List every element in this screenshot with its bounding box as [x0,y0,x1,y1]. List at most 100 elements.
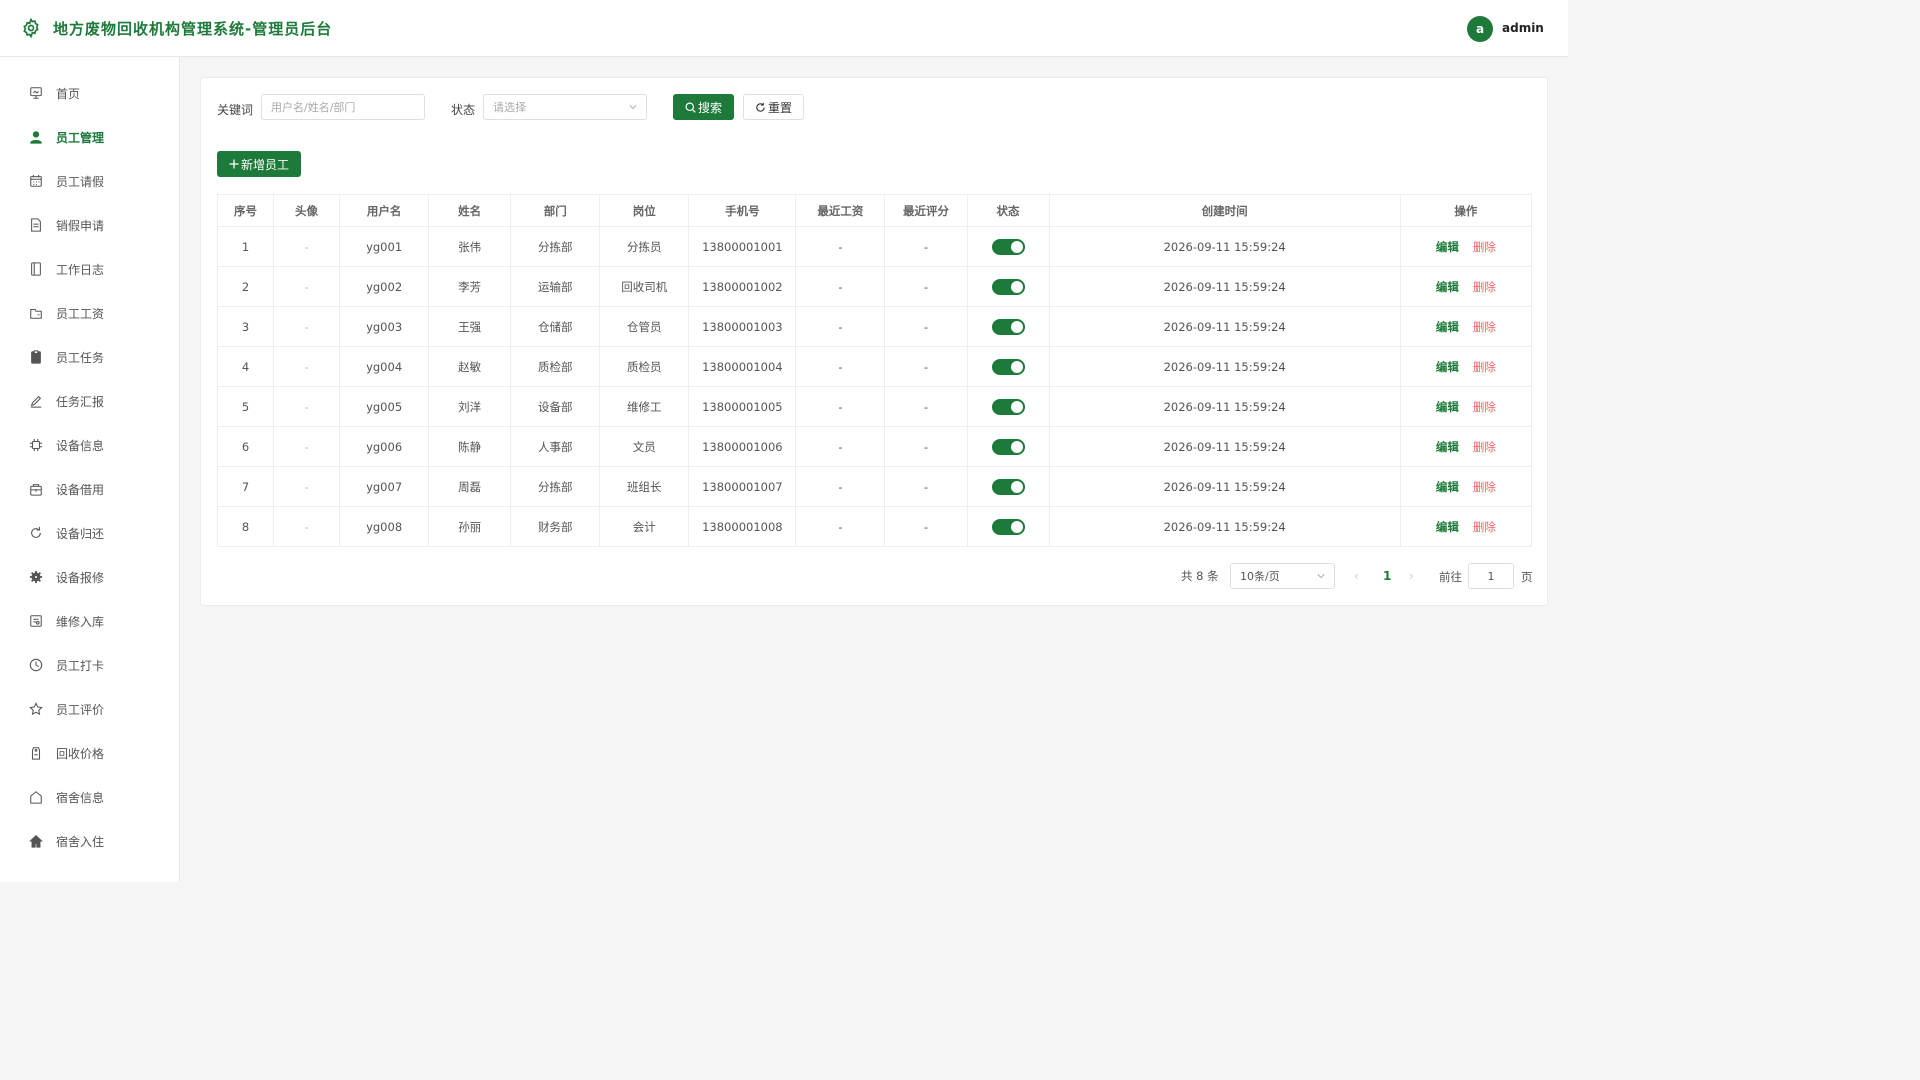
cell-avatar: - [273,386,341,427]
sidebar-item-label: 员工管理 [56,130,105,145]
sidebar-item-8[interactable]: 设备信息 [0,423,179,467]
next-page-icon[interactable]: › [1409,569,1414,583]
status-toggle[interactable] [991,318,1025,335]
cell-post: 维修工 [599,386,690,427]
add-employee-button[interactable]: 新增员工 [217,151,301,177]
cell-created: 2026-09-11 15:59:24 [1048,386,1401,427]
cell-post: 文员 [599,426,690,467]
status-toggle[interactable] [991,478,1025,495]
cell-username: yg008 [339,506,430,547]
cell-salary: - [795,226,886,267]
status-toggle[interactable] [991,398,1025,415]
sidebar-item-6[interactable]: 员工任务 [0,335,179,379]
sidebar-item-11[interactable]: 设备报修 [0,555,179,599]
cell-status [966,306,1050,347]
status-select[interactable]: 请选择 [483,94,647,120]
delete-link[interactable]: 删除 [1473,400,1496,414]
cell-dept: 人事部 [510,426,601,467]
sidebar-item-label: 员工请假 [56,174,105,189]
sidebar-item-14[interactable]: 员工评价 [0,687,179,731]
status-toggle[interactable] [991,238,1025,255]
cell-username: yg003 [339,306,430,347]
cell-dept: 设备部 [510,386,601,427]
delete-link[interactable]: 删除 [1473,440,1496,454]
employee-table: 序号 头像 用户名 姓名 部门 岗位 手机号 最近工资 最近评分 状态 创建时间 操作 1- yg001… [216,194,1533,547]
sidebar-item-13[interactable]: 员工打卡 [0,643,179,687]
sidebar-item-label: 任务汇报 [56,394,105,409]
delete-link[interactable]: 删除 [1473,520,1496,534]
cell-salary: - [795,426,886,467]
cell-avatar: - [273,506,341,547]
sidebar-item-15[interactable]: 回收价格 [0,731,179,775]
cell-score: - [884,426,968,467]
reset-button[interactable]: 重置 [743,94,804,120]
add-employee-button-label: 新增员工 [240,157,289,172]
star-icon [28,701,44,717]
sidebar-item-17[interactable]: 宿舍入住 [0,819,179,863]
sidebar-item-4[interactable]: 工作日志 [0,247,179,291]
username-label[interactable]: admin [1502,21,1544,35]
table-header-row: 序号 头像 用户名 姓名 部门 岗位 手机号 最近工资 最近评分 状态 创建时间 操作 [216,194,1533,227]
house-icon [28,789,44,805]
sidebar-item-5[interactable]: 员工工资 [0,291,179,335]
cell-post: 班组长 [599,466,690,507]
cell-username: yg004 [339,346,430,387]
cell-salary: - [795,346,886,387]
sidebar-item-2[interactable]: 员工请假 [0,159,179,203]
cell-post: 回收司机 [599,266,690,307]
status-toggle[interactable] [991,358,1025,375]
user-avatar[interactable]: a [1467,16,1493,42]
edit-link[interactable]: 编辑 [1436,480,1459,494]
sidebar-item-9[interactable]: 设备借用 [0,467,179,511]
sidebar-item-7[interactable]: 任务汇报 [0,379,179,423]
search-button[interactable]: 搜索 [673,94,734,120]
table-row: 2- yg002 李芳 运输部 回收司机 13800001002- -2026-09-11 … [216,266,1533,307]
page-suffix-label: 页 [1521,570,1533,584]
edit-link[interactable]: 编辑 [1436,520,1459,534]
status-toggle[interactable] [991,278,1025,295]
table-row: 1- yg001 张伟 分拣部 分拣员 13800001001- -2026-09-11 1… [216,226,1533,267]
cell-created: 2026-09-11 15:59:24 [1048,226,1401,267]
cell-name: 陈静 [428,426,512,467]
edit-link[interactable]: 编辑 [1436,280,1459,294]
cell-score: - [884,266,968,307]
sidebar-item-3[interactable]: 销假申请 [0,203,179,247]
keyword-label: 关键词 [217,103,254,117]
cell-phone: 13800001006 [688,426,797,467]
status-toggle[interactable] [991,438,1025,455]
goto-page-input[interactable]: 1 [1468,563,1514,589]
sidebar-item-label: 员工任务 [56,350,105,365]
sidebar-item-label: 设备信息 [56,438,105,453]
delete-link[interactable]: 删除 [1473,280,1496,294]
delete-link[interactable]: 删除 [1473,240,1496,254]
edit-link[interactable]: 编辑 [1436,400,1459,414]
status-toggle[interactable] [991,518,1025,535]
delete-link[interactable]: 删除 [1473,480,1496,494]
page-number-current[interactable]: 1 [1383,569,1391,583]
sidebar-item-12[interactable]: 维修入库 [0,599,179,643]
cell-phone: 13800001004 [688,346,797,387]
sidebar-item-label: 设备报修 [56,570,105,585]
cell-username: yg007 [339,466,430,507]
cell-created: 2026-09-11 15:59:24 [1048,466,1401,507]
keyword-input[interactable]: 用户名/姓名/部门 [261,94,425,120]
sidebar-item-1[interactable]: 员工管理 [0,115,179,159]
cell-actions: 编辑 删除 [1399,266,1533,307]
delete-link[interactable]: 删除 [1473,360,1496,374]
edit-link[interactable]: 编辑 [1436,360,1459,374]
document-icon [28,217,44,233]
edit-link[interactable]: 编辑 [1436,440,1459,454]
sidebar-item-0[interactable]: 首页 [0,71,179,115]
delete-link[interactable]: 删除 [1473,320,1496,334]
sidebar-item-label: 员工打卡 [56,658,105,673]
edit-link[interactable]: 编辑 [1436,320,1459,334]
page-size-select[interactable]: 10条/页 [1230,563,1335,589]
sidebar-item-10[interactable]: 设备归还 [0,511,179,555]
box-icon [28,613,44,629]
status-select-placeholder: 请选择 [493,101,526,114]
prev-page-icon[interactable]: ‹ [1354,569,1359,583]
cell-no: 4 [216,346,275,387]
column-header: 用户名 [339,194,430,227]
sidebar-item-16[interactable]: 宿舍信息 [0,775,179,819]
edit-link[interactable]: 编辑 [1436,240,1459,254]
